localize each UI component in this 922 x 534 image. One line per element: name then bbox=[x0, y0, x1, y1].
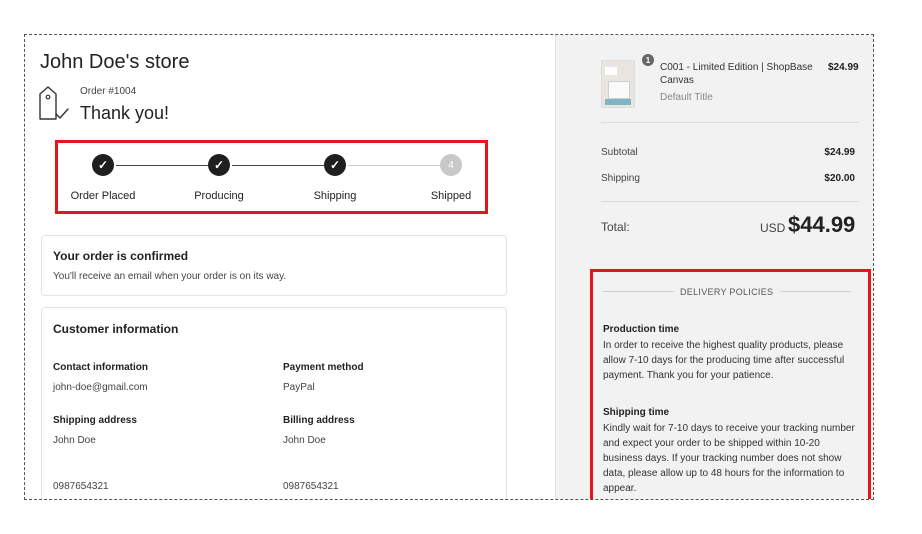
shipping-time-title: Shipping time bbox=[603, 407, 670, 418]
total-value: $44.99 bbox=[788, 212, 856, 237]
policies-divider-left bbox=[603, 291, 674, 292]
contact-information-label: Contact information bbox=[53, 362, 148, 373]
shipping-address-phone: 0987654321 bbox=[53, 481, 109, 492]
order-confirmed-title: Your order is confirmed bbox=[53, 249, 189, 263]
step-label-order-placed: Order Placed bbox=[70, 190, 136, 202]
subtotal-label: Subtotal bbox=[601, 147, 638, 158]
shipping-time-text: Kindly wait for 7-10 days to receive you… bbox=[603, 423, 855, 494]
step-label-producing: Producing bbox=[194, 190, 244, 202]
store-name: John Doe's store bbox=[40, 51, 190, 73]
customer-information-card: Customer information Contact information… bbox=[41, 307, 507, 499]
customer-information-title: Customer information bbox=[53, 322, 179, 336]
order-summary-column: 1 C001 - Limited Edition | ShopBase Canv… bbox=[555, 35, 873, 499]
shipping-value: $20.00 bbox=[824, 173, 855, 184]
product-thumbnail bbox=[601, 60, 635, 108]
summary-divider bbox=[601, 201, 859, 202]
product-quantity-badge: 1 bbox=[642, 54, 654, 66]
billing-address-phone: 0987654321 bbox=[283, 481, 339, 492]
product-name: C001 - Limited Edition | ShopBase Canvas bbox=[660, 62, 813, 86]
step-label-shipping: Shipping bbox=[313, 190, 357, 202]
shipping-address-label: Shipping address bbox=[53, 415, 137, 426]
progress-connector bbox=[348, 165, 440, 166]
main-column: John Doe's store Order #1004 Thank you! … bbox=[25, 35, 555, 499]
production-time-title: Production time bbox=[603, 324, 680, 335]
subtotal-value: $24.99 bbox=[824, 147, 855, 158]
production-time-text: In order to receive the highest quality … bbox=[603, 340, 845, 381]
step-label-shipped: Shipped bbox=[430, 190, 472, 202]
policies-divider-right bbox=[780, 291, 851, 292]
delivery-policies-heading: DELIVERY POLICIES bbox=[680, 287, 774, 297]
progress-connector bbox=[116, 165, 208, 166]
order-confirmed-text: You'll receive an email when your order … bbox=[53, 271, 287, 282]
shipping-address-name: John Doe bbox=[53, 435, 96, 446]
billing-address-name: John Doe bbox=[283, 435, 326, 446]
total-currency: USD bbox=[760, 221, 786, 235]
step-order-placed-check-icon: ✓ bbox=[92, 154, 114, 176]
payment-method-value: PayPal bbox=[283, 382, 315, 393]
contact-email: john-doe@gmail.com bbox=[53, 382, 148, 393]
step-producing-check-icon: ✓ bbox=[208, 154, 230, 176]
order-number: Order #1004 bbox=[80, 86, 137, 97]
total-label: Total: bbox=[601, 220, 630, 234]
shipping-label: Shipping bbox=[601, 173, 640, 184]
order-confirmed-card: Your order is confirmed You'll receive a… bbox=[41, 235, 507, 296]
payment-method-label: Payment method bbox=[283, 362, 364, 373]
summary-divider bbox=[601, 122, 859, 123]
product-variant: Default Title bbox=[660, 92, 713, 103]
step-shipping-check-icon: ✓ bbox=[324, 154, 346, 176]
order-progress-tracker: ✓ ✓ ✓ 4 Order Placed Producing Shipping … bbox=[55, 140, 488, 214]
thank-you-heading: Thank you! bbox=[80, 103, 170, 123]
billing-address-label: Billing address bbox=[283, 415, 355, 426]
step-shipped-number: 4 bbox=[440, 154, 462, 176]
progress-connector bbox=[232, 165, 324, 166]
order-status-page: John Doe's store Order #1004 Thank you! … bbox=[24, 34, 874, 500]
product-price: $24.99 bbox=[828, 62, 859, 73]
delivery-policies-box: DELIVERY POLICIES Production time In ord… bbox=[590, 269, 871, 499]
order-tag-icon bbox=[39, 86, 69, 120]
